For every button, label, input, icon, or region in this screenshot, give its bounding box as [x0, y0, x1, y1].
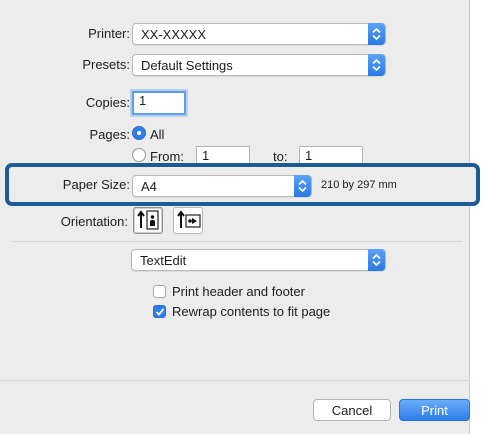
landscape-icon — [177, 210, 201, 228]
presets-popup[interactable]: Default Settings — [132, 54, 386, 76]
copies-label: Copies: — [85, 95, 130, 110]
chevron-updown-icon — [294, 175, 311, 197]
printer-label: Printer: — [88, 26, 130, 41]
presets-label: Presets: — [82, 57, 130, 72]
paper-size-highlight: Paper Size: A4 210 by 297 mm — [5, 163, 480, 206]
copies-value: 1 — [139, 93, 147, 108]
pages-to-value: 1 — [305, 148, 313, 163]
paper-size-dimensions: 210 by 297 mm — [321, 179, 397, 191]
app-options-popup[interactable]: TextEdit — [131, 249, 386, 271]
print-dialog: Printer: XX-XXXXX Presets: Default Setti… — [0, 0, 470, 434]
checkmark-icon — [155, 308, 165, 316]
pages-all-radio[interactable] — [132, 126, 146, 140]
cancel-button[interactable]: Cancel — [313, 399, 391, 421]
print-header-footer-checkbox[interactable] — [153, 285, 166, 298]
rewrap-contents-label: Rewrap contents to fit page — [172, 304, 331, 319]
app-options-value: TextEdit — [140, 253, 187, 268]
portrait-icon — [137, 210, 159, 230]
pages-from-radio[interactable] — [132, 148, 146, 162]
chevron-updown-icon — [368, 54, 385, 76]
paper-size-popup[interactable]: A4 — [132, 175, 312, 197]
separator — [12, 241, 462, 242]
separator — [0, 380, 470, 381]
portrait-orientation-button[interactable] — [133, 207, 163, 234]
rewrap-contents-checkbox[interactable] — [153, 305, 166, 318]
presets-value: Default Settings — [141, 58, 233, 73]
paper-size-value: A4 — [141, 179, 157, 194]
print-header-footer-label: Print header and footer — [172, 284, 305, 299]
print-button[interactable]: Print — [399, 399, 470, 421]
pages-all-label: All — [150, 127, 165, 142]
printer-value: XX-XXXXX — [141, 27, 207, 42]
printer-popup[interactable]: XX-XXXXX — [132, 23, 386, 45]
copies-field[interactable]: 1 — [132, 91, 186, 115]
pages-from-label: From: — [150, 149, 184, 164]
paper-size-label: Paper Size: — [62, 177, 130, 192]
orientation-label: Orientation: — [60, 214, 128, 229]
pages-label: Pages: — [89, 127, 130, 142]
chevron-updown-icon — [368, 23, 385, 45]
landscape-orientation-button[interactable] — [173, 207, 203, 234]
pages-to-label: to: — [273, 149, 288, 164]
chevron-updown-icon — [368, 249, 385, 271]
pages-from-value: 1 — [202, 148, 210, 163]
